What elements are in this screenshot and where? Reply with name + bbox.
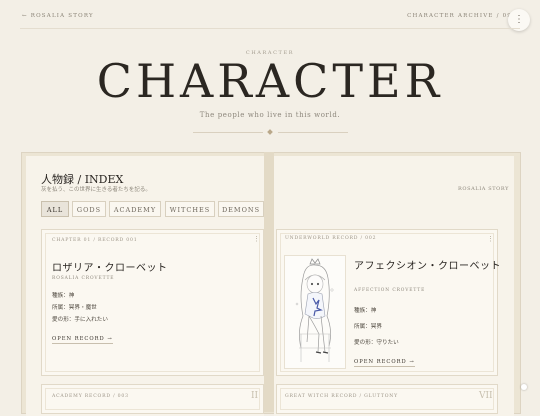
ornament-line-right [278, 132, 348, 133]
character-name-en: ROSALIA CROVETTE [52, 276, 115, 281]
index-subtitle: 灰を払う、この世界に生きる者たちを記る。 [41, 187, 151, 193]
scroll-indicator[interactable] [521, 384, 527, 390]
card-menu-icon[interactable]: ⋮ [253, 235, 260, 243]
archive-label: CHARACTER ARCHIVE / 09 [407, 13, 512, 19]
portrait-illustration [295, 258, 334, 362]
character-portrait [284, 255, 346, 369]
character-name-en: AFFECTION CROVETTE [354, 288, 426, 293]
tab-all[interactable]: ALL [41, 201, 69, 217]
tab-witches[interactable]: WITCHES [165, 201, 215, 217]
book-spine [264, 152, 274, 412]
hero-subtitle: The people who live in this world. [199, 111, 341, 119]
record-label: UNDERWORLD RECORD / 002 [285, 236, 377, 241]
top-bar: ← ROSALIA STORY CHARACTER ARCHIVE / 09 ⋮ [0, 0, 540, 31]
record-label: GREAT WITCH RECORD / GLUTTONY [285, 394, 398, 399]
page-title: CHARACTER [96, 54, 444, 108]
character-card-gluttony[interactable] [276, 384, 498, 414]
record-label: CHAPTER 01 / RECORD 001 [52, 238, 138, 243]
back-link[interactable]: ← ROSALIA STORY [22, 13, 94, 19]
tab-gods[interactable]: GODS [72, 201, 106, 217]
attr-affiliation: 所属：冥界 [354, 324, 382, 330]
tab-academy[interactable]: ACADEMY [109, 201, 161, 217]
tab-demons[interactable]: DEMONS [218, 201, 264, 217]
ornament-diamond-icon [267, 129, 273, 135]
character-card-academy[interactable] [41, 384, 264, 414]
character-name-jp: アフェクシオン・クローベット [354, 261, 501, 272]
record-numeral: VII [479, 391, 493, 401]
open-record-link[interactable]: OPEN RECORD → [354, 359, 415, 367]
attr-race: 種族：神 [354, 308, 377, 314]
ornament-line-left [193, 132, 263, 133]
open-record-link[interactable]: OPEN RECORD → [52, 336, 113, 344]
attr-race: 種族：神 [52, 293, 75, 299]
card-inner-border [280, 388, 494, 410]
attr-love-form: 愛の形：守りたい [354, 340, 399, 346]
record-label: ACADEMY RECORD / 003 [52, 394, 129, 399]
header-divider [20, 28, 520, 29]
character-name-jp: ロザリア・クローベット [52, 263, 168, 274]
attr-affiliation: 所属：冥界・魔世 [52, 305, 97, 311]
record-numeral: II [251, 391, 259, 401]
series-tag: ROSALIA STORY [458, 186, 509, 192]
kebab-menu-icon: ⋮ [514, 14, 524, 25]
card-inner-border [45, 388, 260, 410]
card-menu-icon[interactable]: ⋮ [487, 235, 494, 243]
attr-love-form: 愛の形：手に入れたい [52, 317, 108, 323]
